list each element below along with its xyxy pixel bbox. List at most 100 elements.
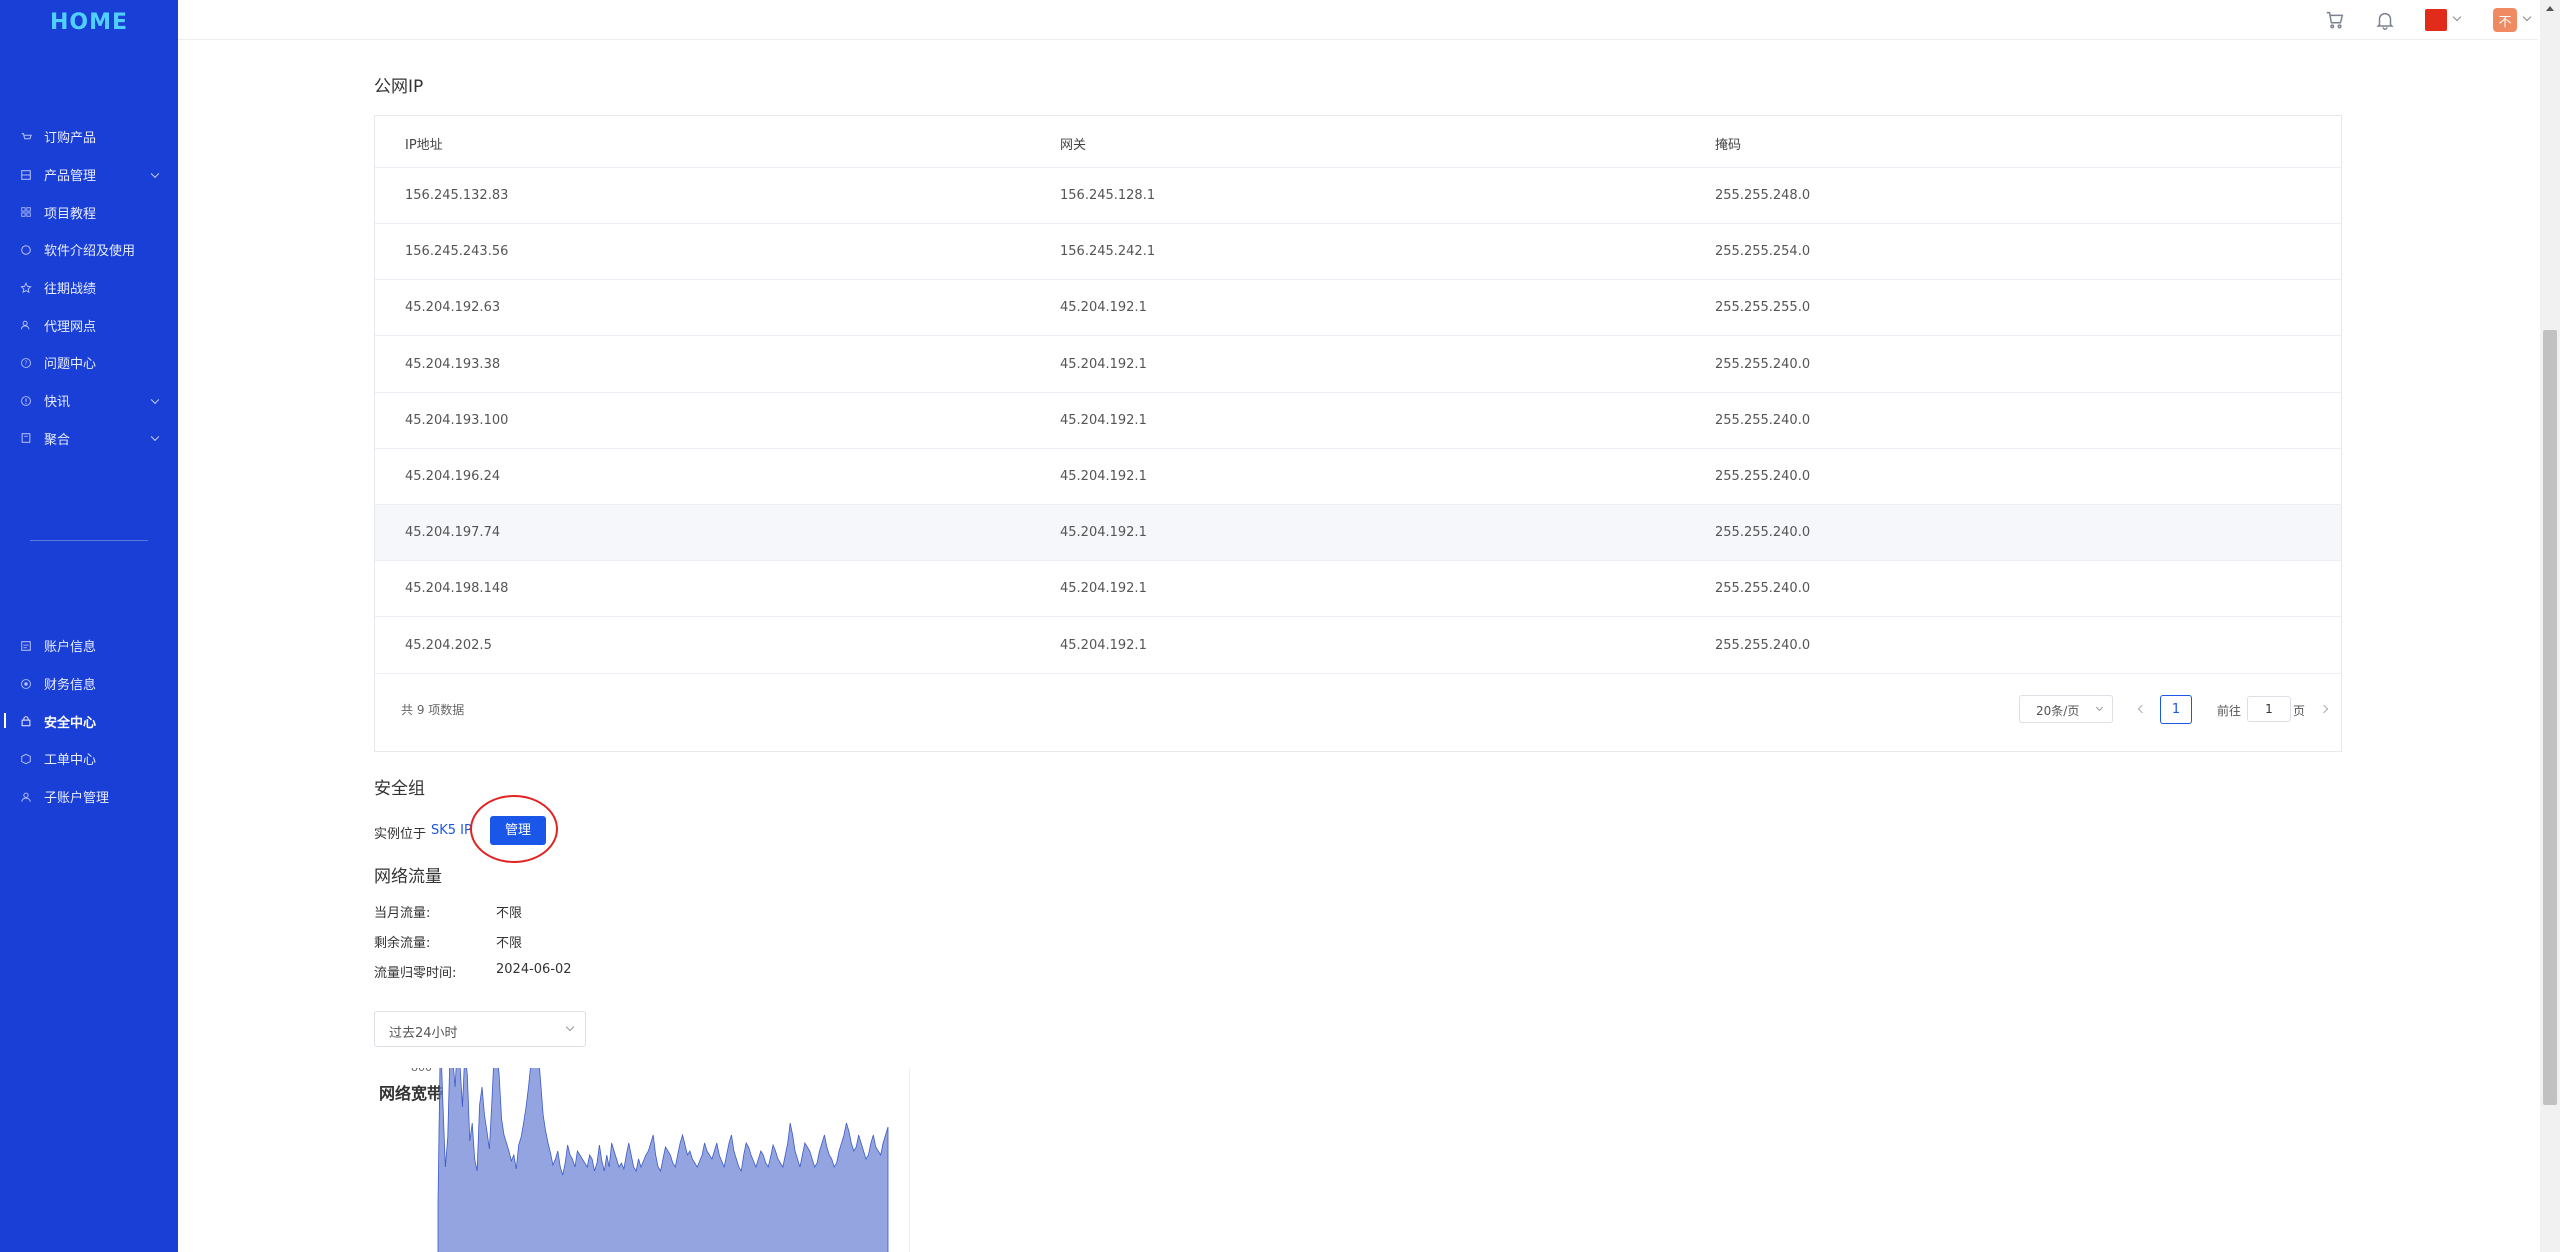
scroll-up-arrow-icon[interactable] [2546,6,2554,11]
cell-mask: 255.255.240.0 [1715,525,1811,541]
monthly-traffic-label: 当月流量: [374,906,431,921]
sidebar-item-finance-info[interactable]: 财务信息 [0,665,178,703]
reset-time-label: 流量归零时间: [374,966,457,981]
sidebar-item-help-center[interactable]: ? 问题中心 [0,344,178,382]
cell-gateway: 45.204.192.1 [1060,469,1147,484]
people-icon [20,321,30,330]
cell-ip: 156.245.243.56 [405,244,509,260]
sidebar-item-label: 产品管理 [44,169,97,185]
cell-ip: 45.204.196.24 [405,469,501,484]
traffic-title: 网络流量 [374,867,442,887]
sidebar-item-label: 项目教程 [44,206,97,222]
sidebar-item-software-intro[interactable]: 软件介绍及使用 [0,231,178,269]
lock-icon [21,716,31,727]
sidebar-item-account-info[interactable]: 账户信息 [0,627,178,665]
bandwidth-series-area [437,1068,889,1252]
goto-prefix: 前往 [2217,704,2242,718]
sidebar-item-label: 账户信息 [44,640,97,656]
cell-mask: 255.255.240.0 [1715,581,1811,597]
logo[interactable]: HOME [0,10,178,35]
chevron-down-icon [565,1022,575,1032]
table-row: 45.204.192.63 45.204.192.1 255.255.255.0 [375,280,2341,337]
cell-mask: 255.255.240.0 [1715,356,1811,372]
sidebar-item-label: 代理网点 [44,319,97,335]
china-flag-icon[interactable] [2425,9,2447,31]
sidebar-item-ticket-center[interactable]: 工单中心 [0,740,178,778]
cell-gateway: 45.204.192.1 [1060,525,1147,541]
page-size-select[interactable]: 20条/页 [2019,695,2113,723]
bell-icon[interactable] [2374,9,2396,31]
svg-text:?: ? [24,360,27,367]
remaining-traffic-value: 不限 [496,936,523,951]
cell-gateway: 45.204.192.1 [1060,581,1147,597]
cell-gateway: 45.204.192.1 [1060,637,1147,653]
instance-location-label: 实例位于 [374,827,427,842]
sidebar-item-sub-accounts[interactable]: 子账户管理 [0,778,178,816]
cell-mask: 255.255.248.0 [1715,188,1811,203]
question-icon: ? [21,358,31,368]
sidebar-item-security-center[interactable]: 安全中心 [0,702,178,740]
sidebar-item-label: 往期战绩 [44,282,97,298]
cell-mask: 255.255.255.0 [1715,300,1811,316]
sidebar-item-label: 软件介绍及使用 [44,244,136,260]
sidebar-item-order-products[interactable]: 订购产品 [0,118,178,156]
cell-gateway: 45.204.192.1 [1060,412,1147,428]
ip-table: IP地址 网关 掩码 156.245.132.83 156.245.128.1 25… [374,115,2342,752]
scrollbar-thumb[interactable] [2543,330,2557,1105]
sidebar-item-agent-outlets[interactable]: 代理网点 [0,306,178,344]
cell-mask: 255.255.240.0 [1715,412,1811,428]
time-range-select[interactable]: 过去24小时 [374,1011,586,1047]
y-tick-label: 800 [411,1068,432,1074]
column-header-mask: 掩码 [1715,138,1742,153]
bookmark-icon [21,433,31,444]
sidebar-item-label: 快讯 [44,395,71,411]
cell-gateway: 45.204.192.1 [1060,356,1147,372]
page-size-value: 20条/页 [2036,704,2080,718]
sidebar-item-aggregate[interactable]: 聚合 [0,420,178,458]
page-number[interactable]: 1 [2160,695,2192,724]
sidebar-item-news[interactable]: 快讯 [0,382,178,420]
bandwidth-chart-svg: 8001,0001,200 [411,1068,889,1252]
id-card-icon [21,641,31,651]
table-row: 45.204.193.100 45.204.192.1 255.255.240.0 [375,393,2341,449]
time-range-value: 过去24小时 [389,1026,458,1041]
sidebar-item-label: 工单中心 [44,753,97,769]
cell-ip: 45.204.202.5 [405,637,492,653]
next-page-icon[interactable] [2319,704,2329,714]
annotation-circle [470,795,558,863]
chevron-down-icon [150,169,160,178]
goto-suffix: 页 [2293,704,2306,718]
sidebar-divider [30,540,148,541]
sidebar: HOME 订购产品 产品管理 项目教程 软件介绍及使用 往期战绩 代理网点? 问题中心 快讯聚… [0,0,178,1252]
security-group-title: 安全组 [374,779,425,799]
cell-mask: 255.255.240.0 [1715,637,1811,653]
sidebar-item-label: 聚合 [44,432,71,448]
chevron-down-icon [150,395,160,404]
sidebar-item-label: 子账户管理 [44,791,110,807]
reset-time-value: 2024-06-02 [496,962,572,977]
cell-ip: 45.204.193.38 [405,356,501,372]
table-row: 45.204.198.148 45.204.192.1 255.255.240.0 [375,561,2341,618]
sidebar-item-product-management[interactable]: 产品管理 [0,156,178,194]
table-row: 45.204.193.38 45.204.192.1 255.255.240.0 [375,337,2341,393]
coin-icon [21,678,31,689]
sidebar-item-project-tutorials[interactable]: 项目教程 [0,193,178,231]
sidebar-item-label: 问题中心 [44,357,97,373]
cell-mask: 255.255.240.0 [1715,469,1811,484]
instance-location-link[interactable]: SK5 IP [431,823,472,838]
column-header-gateway: 网关 [1060,138,1087,153]
goto-page-input[interactable]: 1 [2247,696,2291,722]
table-row: 45.204.202.5 45.204.192.1 255.255.240.0 [375,618,2341,674]
sidebar-item-past-records[interactable]: 往期战绩 [0,269,178,307]
cell-ip: 45.204.193.100 [405,412,509,428]
table-row: 156.245.132.83 156.245.128.1 255.255.248.0 [375,168,2341,224]
cart-icon[interactable] [2324,9,2346,31]
cell-gateway: 156.245.128.1 [1060,188,1156,203]
bandwidth-chart: 网络宽带 8001,0001,200 [374,1068,910,1252]
cell-ip: 45.204.198.148 [405,581,509,597]
avatar[interactable]: 不 [2493,8,2517,32]
star-icon [20,281,32,293]
table-header: IP地址 网关 掩码 [375,116,2341,168]
prev-page-icon[interactable] [2137,704,2147,714]
box-icon [21,753,31,765]
